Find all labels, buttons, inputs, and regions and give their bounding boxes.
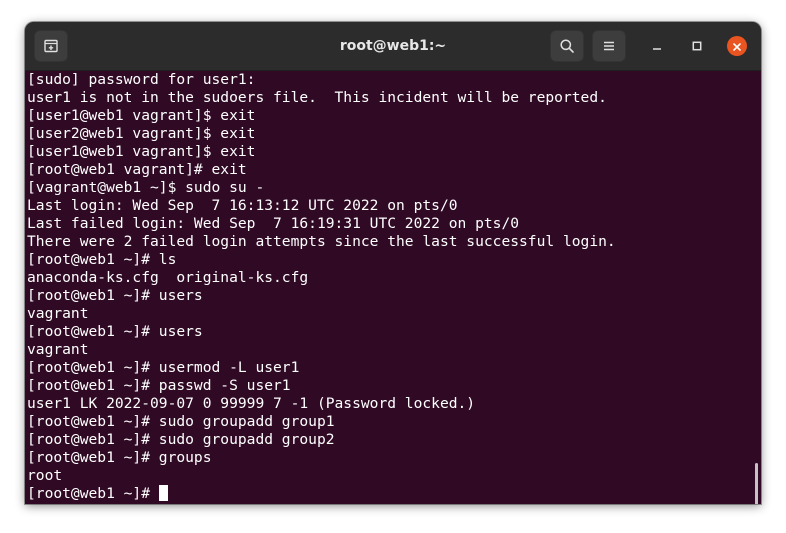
terminal-line: There were 2 failed login attempts since… (27, 233, 616, 250)
new-tab-button[interactable] (34, 30, 68, 62)
menu-button[interactable] (592, 30, 626, 62)
terminal-prompt: [root@web1 ~]# (27, 485, 159, 502)
maximize-icon (691, 37, 703, 56)
terminal-lines: [sudo] password for user1: user1 is not … (27, 71, 616, 503)
terminal-prompt-line[interactable]: [root@web1 ~]# (27, 485, 616, 503)
terminal-line: [root@web1 ~]# usermod -L user1 (27, 359, 300, 376)
text-cursor (158, 485, 168, 501)
terminal-line: vagrant (27, 305, 89, 322)
minimize-icon (651, 37, 663, 56)
hamburger-menu-icon (601, 38, 617, 54)
maximize-button[interactable] (687, 36, 707, 56)
terminal-line: [root@web1 ~]# ls (27, 251, 177, 268)
close-button[interactable] (727, 36, 747, 56)
terminal-scrollbar[interactable] (755, 463, 758, 504)
terminal-line: [root@web1 ~]# users (27, 287, 203, 304)
terminal-line: root (27, 467, 63, 484)
terminal-line: user1 is not in the sudoers file. This i… (27, 89, 607, 106)
terminal-line: [root@web1 ~]# sudo groupadd group1 (27, 413, 335, 430)
terminal-line: [root@web1 ~]# sudo groupadd group2 (27, 431, 335, 448)
terminal-line: Last failed login: Wed Sep 7 16:19:31 UT… (27, 215, 520, 232)
terminal-output[interactable]: [sudo] password for user1: user1 is not … (25, 71, 761, 504)
minimize-button[interactable] (647, 36, 667, 56)
terminal-line: [vagrant@web1 ~]$ sudo su - (27, 179, 265, 196)
close-icon (732, 37, 742, 56)
terminal-line: Last login: Wed Sep 7 16:13:12 UTC 2022 … (27, 197, 458, 214)
terminal-line: [sudo] password for user1: (27, 71, 256, 88)
terminal-line: [root@web1 ~]# users (27, 323, 203, 340)
terminal-line: [root@web1 ~]# passwd -S user1 (27, 377, 291, 394)
search-icon (559, 38, 575, 54)
search-button[interactable] (550, 30, 584, 62)
new-tab-icon (43, 38, 59, 54)
terminal-line: [user1@web1 vagrant]$ exit (27, 107, 256, 124)
terminal-line: user1 LK 2022-09-07 0 99999 7 -1 (Passwo… (27, 395, 476, 412)
terminal-line: [root@web1 vagrant]# exit (27, 161, 247, 178)
terminal-line: vagrant (27, 341, 89, 358)
terminal-window: root@web1:~ [sudo] password for user1: u… (25, 22, 761, 504)
terminal-line: [user2@web1 vagrant]$ exit (27, 125, 256, 142)
terminal-line: [user1@web1 vagrant]$ exit (27, 143, 256, 160)
terminal-line: anaconda-ks.cfg original-ks.cfg (27, 269, 309, 286)
title-bar: root@web1:~ (25, 22, 761, 71)
terminal-line: [root@web1 ~]# groups (27, 449, 212, 466)
